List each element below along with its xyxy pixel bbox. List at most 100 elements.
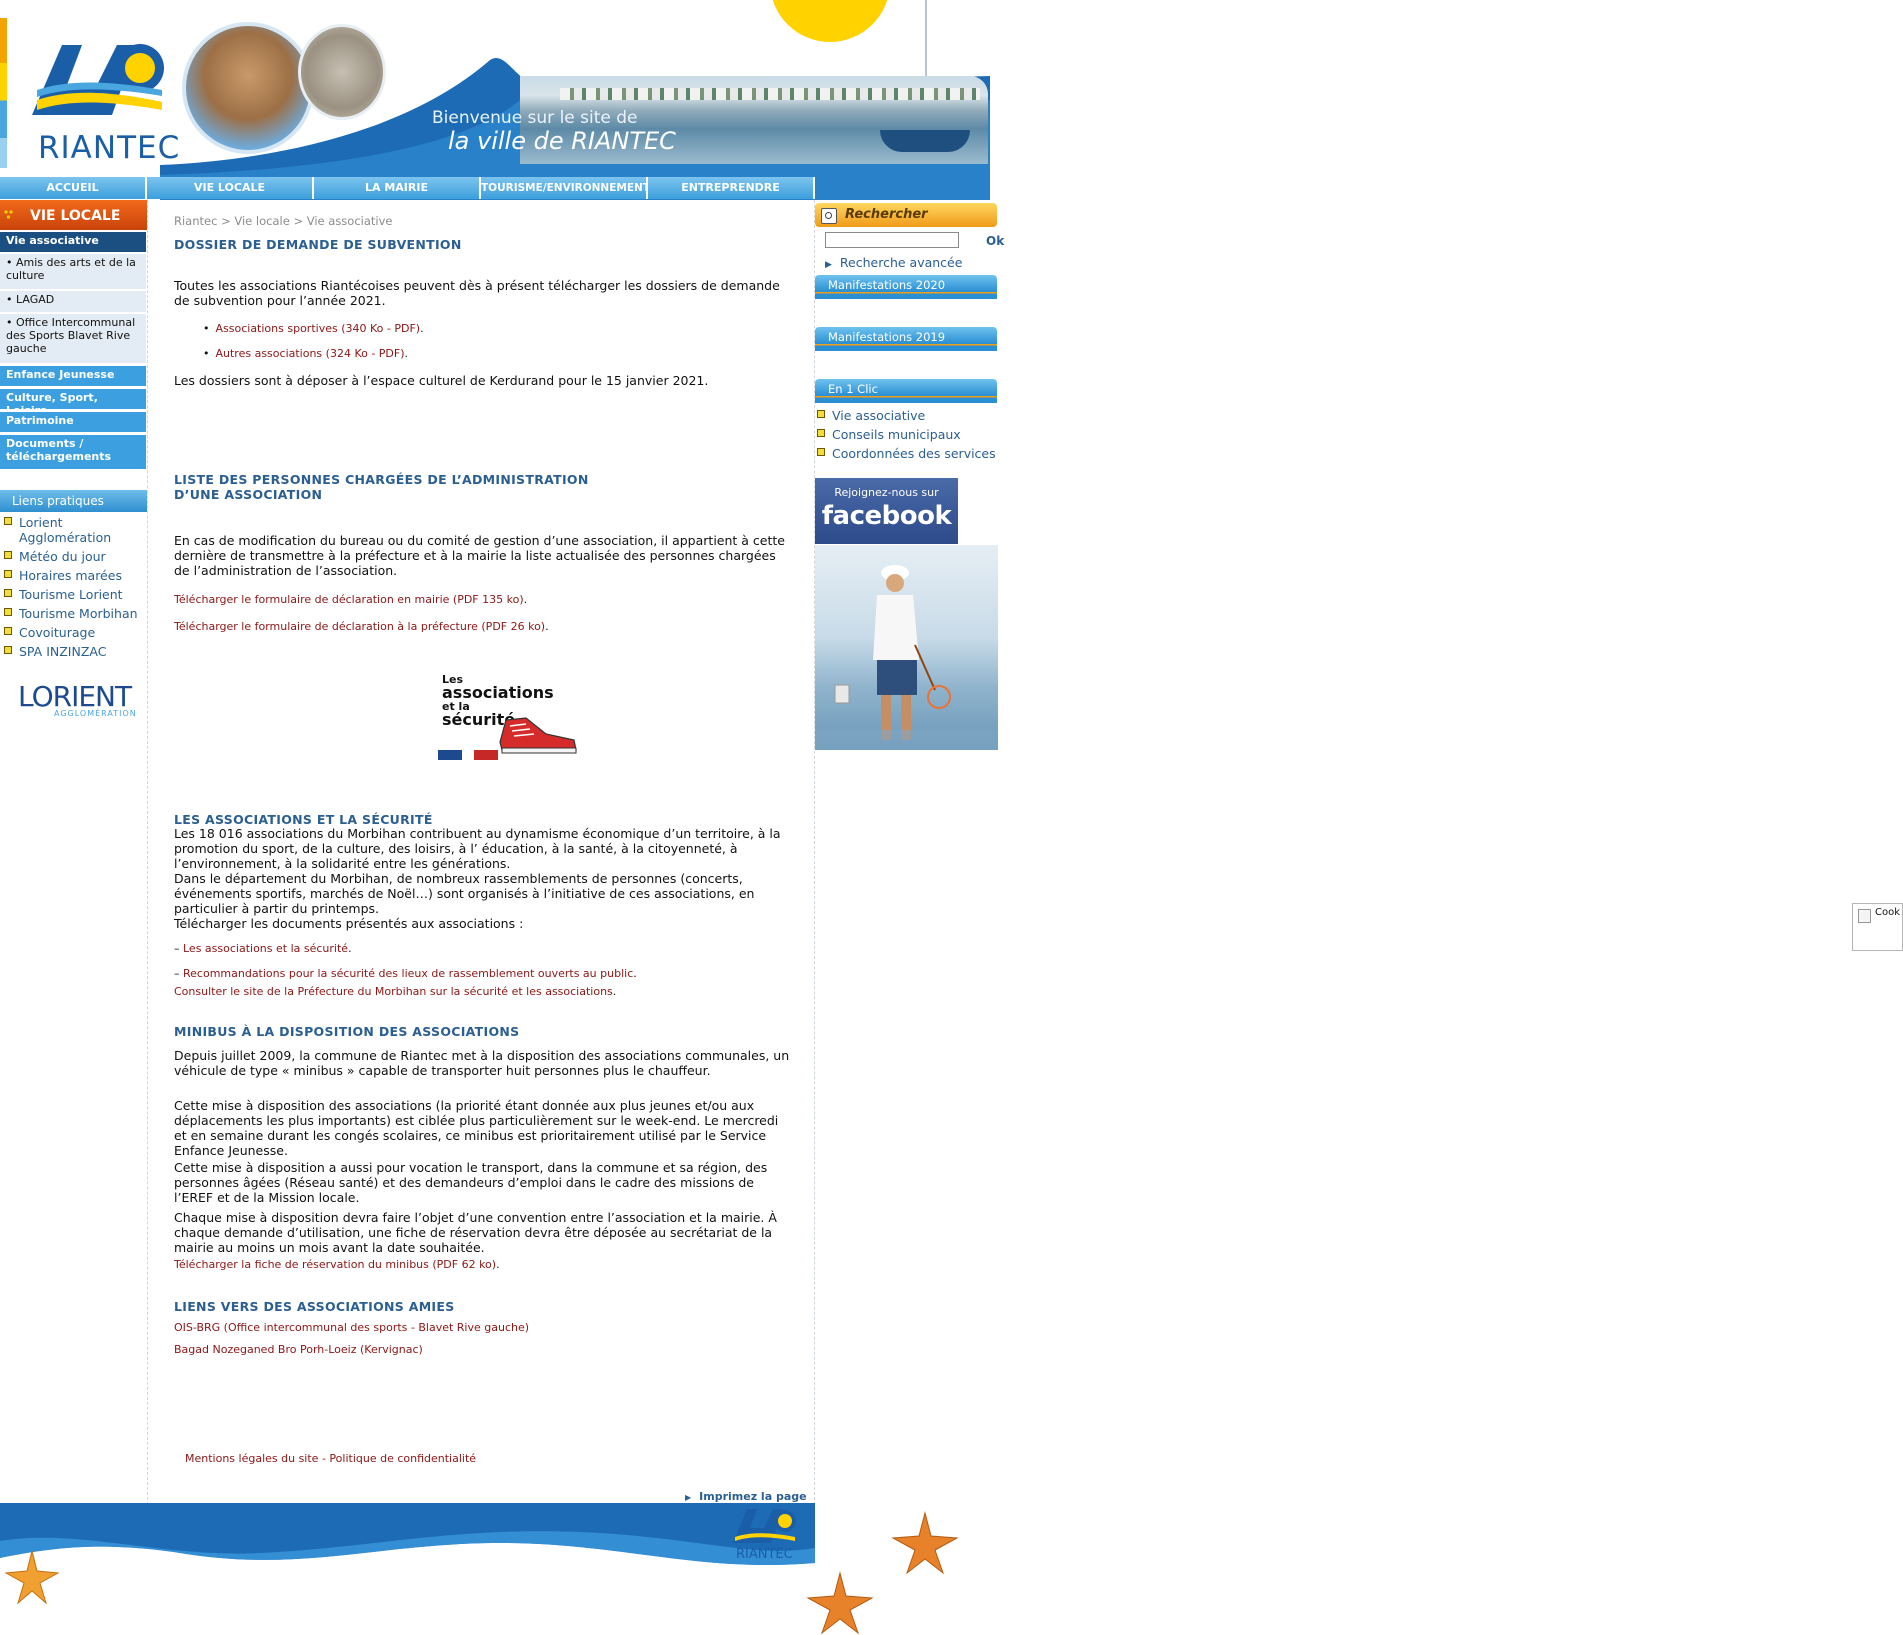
link-lorient-agglomeration[interactable]: Lorient Agglomération xyxy=(4,515,129,545)
link-tourisme-lorient[interactable]: Tourisme Lorient xyxy=(4,587,123,602)
beach-photo xyxy=(298,24,386,120)
link-meteo[interactable]: Météo du jour xyxy=(4,549,106,564)
link-label: Consulter le site de la Préfecture du Mo… xyxy=(174,985,613,998)
sidebar-subitem-lagad[interactable]: • LAGAD xyxy=(0,290,146,312)
liens-pratiques-label: Liens pratiques xyxy=(12,494,104,508)
heading-subvention: DOSSIER DE DEMANDE DE SUBVENTION xyxy=(174,237,462,252)
nav-entreprendre[interactable]: ENTREPRENDRE xyxy=(648,177,815,199)
search-input[interactable] xyxy=(825,232,959,248)
square-bullet-icon xyxy=(817,410,825,418)
bullet-dot: • xyxy=(203,322,210,335)
link-label: Les associations et la sécurité xyxy=(183,942,349,955)
main-navigation: ACCUEIL VIE LOCALE LA MAIRIE TOURISME/EN… xyxy=(0,177,815,199)
boy-illustration xyxy=(815,565,998,750)
link-label: Autres associations (324 Ko - PDF) xyxy=(215,347,405,360)
sidebar-item-vie-associative[interactable]: Vie associative xyxy=(0,232,146,252)
bullet-dot: • xyxy=(203,347,210,360)
print-page-button[interactable]: ▶ Imprimez la page xyxy=(685,1490,807,1503)
link-label: Vie associative xyxy=(832,408,926,423)
clic-link-coordonnees-services[interactable]: Coordonnées des services xyxy=(817,446,996,461)
sidebar-item-documents[interactable]: Documents / téléchargements xyxy=(0,435,146,469)
starfish-icon xyxy=(806,1511,959,1635)
lorient-logo-sub: AGGLOMÉRATION xyxy=(54,709,137,718)
nav-tourisme-environnement[interactable]: TOURISME/ENVIRONNEMENT xyxy=(481,177,650,199)
village-houses xyxy=(560,88,980,100)
paragraph-rassemblements: Dans le département du Morbihan, de nomb… xyxy=(174,871,755,916)
arrow-right-icon: ▶ xyxy=(825,260,832,270)
link-associations-securite[interactable]: – Les associations et la sécurité. xyxy=(174,942,352,955)
nav-vie-locale[interactable]: VIE LOCALE xyxy=(147,177,314,199)
sneaker-icon xyxy=(499,717,577,754)
sidebar-subitem-label: Amis des arts et de la culture xyxy=(6,256,136,282)
clic-link-conseils-municipaux[interactable]: Conseils municipaux xyxy=(817,427,961,442)
paragraph-minibus-priorite: Cette mise à disposition des association… xyxy=(174,1098,779,1158)
heading-minibus: MINIBUS À LA DISPOSITION DES ASSOCIATION… xyxy=(174,1024,520,1039)
sun-graphic xyxy=(770,0,890,42)
breadcrumb: Riantec > Vie locale > Vie associative xyxy=(174,214,393,228)
link-associations-sportives[interactable]: • Associations sportives (340 Ko - PDF). xyxy=(203,322,424,335)
lighthouse-photo xyxy=(182,22,314,154)
link-label: Météo du jour xyxy=(19,549,106,564)
heading-securite: LES ASSOCIATIONS ET LA SÉCURITÉ xyxy=(174,812,433,827)
sidebar-subitem-office-sports[interactable]: • Office Intercommunal des Sports Blavet… xyxy=(0,313,146,363)
manifestations-2020-bar[interactable]: Manifestations 2020 xyxy=(815,275,997,299)
facebook-banner[interactable]: Rejoignez-nous sur facebook xyxy=(815,478,958,544)
print-label: Imprimez la page xyxy=(699,1490,807,1503)
square-bullet-icon xyxy=(4,608,12,616)
boy-fishing-photo xyxy=(815,545,998,750)
link-formulaire-mairie[interactable]: Télécharger le formulaire de déclaration… xyxy=(174,593,527,606)
link-mentions-legales[interactable]: Mentions légales du site xyxy=(185,1452,318,1465)
link-formulaire-prefecture[interactable]: Télécharger le formulaire de déclaration… xyxy=(174,620,549,633)
link-label: Tourisme Morbihan xyxy=(19,606,138,621)
bar-label: Manifestations 2019 xyxy=(828,330,946,344)
advanced-search-link[interactable]: ▶ Recherche avancée xyxy=(825,255,962,270)
facebook-tagline: Rejoignez-nous sur xyxy=(834,486,939,499)
link-prefecture-morbihan[interactable]: Consulter le site de la Préfecture du Mo… xyxy=(174,985,616,998)
link-covoiturage[interactable]: Covoiturage xyxy=(4,625,95,640)
advanced-search-label: Recherche avancée xyxy=(839,255,963,270)
facebook-logo-text: facebook xyxy=(821,501,952,531)
link-label: Horaires marées xyxy=(19,568,122,583)
sidebar-item-culture-sport-loisirs[interactable]: Culture, Sport, Loisirs xyxy=(0,389,146,417)
manifestations-2019-bar[interactable]: Manifestations 2019 xyxy=(815,327,997,351)
link-bagad[interactable]: Bagad Nozeganed Bro Porh-Loeiz (Kervigna… xyxy=(174,1343,423,1356)
link-recommandations-securite[interactable]: – Recommandations pour la sécurité des l… xyxy=(174,967,637,980)
heading-line: D’UNE ASSOCIATION xyxy=(174,487,323,502)
link-fiche-reservation-minibus[interactable]: Télécharger la fiche de réservation du m… xyxy=(174,1258,500,1271)
liens-pratiques-title: Liens pratiques xyxy=(0,490,147,512)
link-label: Recommandations pour la sécurité des lie… xyxy=(183,967,634,980)
nav-la-mairie[interactable]: LA MAIRIE xyxy=(314,177,481,199)
square-bullet-icon xyxy=(4,517,12,525)
link-ois-brg[interactable]: OIS-BRG (Office intercommunal des sports… xyxy=(174,1321,529,1334)
clic-link-vie-associative[interactable]: Vie associative xyxy=(817,408,925,423)
magnifier-icon xyxy=(821,208,837,224)
document-icon xyxy=(1858,909,1871,923)
link-label: Télécharger la fiche de réservation du m… xyxy=(174,1258,497,1271)
link-spa-inzinzac[interactable]: SPA INZINZAC xyxy=(4,644,106,659)
square-bullet-icon xyxy=(4,589,12,597)
cookie-label: Cook xyxy=(1875,907,1901,918)
lorient-agglomeration-logo[interactable]: LORIENT AGGLOMÉRATION xyxy=(18,680,137,718)
sidebar-item-enfance-jeunesse[interactable]: Enfance Jeunesse xyxy=(0,366,146,386)
arrow-right-icon: ▶ xyxy=(685,1493,692,1502)
paragraph-modification-bureau: En cas de modification du bureau ou du c… xyxy=(174,533,785,578)
welcome-line-2: la ville de RIANTEC xyxy=(448,127,676,155)
nav-accueil[interactable]: ACCUEIL xyxy=(0,177,147,199)
sidebar-item-patrimoine[interactable]: Patrimoine xyxy=(0,412,146,432)
sidebar-subitem-amis-des-arts[interactable]: • Amis des arts et de la culture xyxy=(0,253,146,289)
square-bullet-icon xyxy=(817,448,825,456)
paragraph-minibus-convention: Chaque mise à disposition devra faire l’… xyxy=(174,1210,777,1255)
link-autres-associations[interactable]: • Autres associations (324 Ko - PDF). xyxy=(203,347,408,360)
link-tourisme-morbihan[interactable]: Tourisme Morbihan xyxy=(4,606,138,621)
link-label: Conseils municipaux xyxy=(832,427,961,442)
secu-img-text: associations xyxy=(442,683,554,702)
search-ok-button[interactable]: Ok xyxy=(986,234,1004,248)
cookie-widget[interactable]: Cook xyxy=(1852,903,1903,951)
paragraph-subvention-intro: Toutes les associations Riantécoises peu… xyxy=(174,278,780,308)
link-label: Associations sportives (340 Ko - PDF) xyxy=(215,322,421,335)
riantec-logo[interactable]: RIANTEC xyxy=(0,0,179,175)
boat-graphic xyxy=(880,130,970,152)
link-label: Tourisme Lorient xyxy=(19,587,123,602)
link-horaires-marees[interactable]: Horaires marées xyxy=(4,568,122,583)
link-politique-confidentialite[interactable]: Politique de confidentialité xyxy=(329,1452,476,1465)
